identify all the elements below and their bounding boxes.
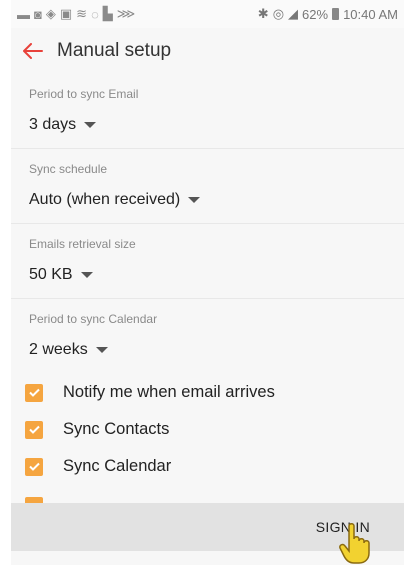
dropdown-arrow-icon [80,272,93,278]
app-bar: Manual setup [11,28,404,74]
setting-label: Period to sync Email [29,87,139,101]
battery-icon [332,8,340,20]
clock: 10:40 AM [343,6,398,22]
download-icon: ⋙ [116,6,136,21]
dropdown-value: 50 KB [29,266,73,283]
phone-screen: ▬ ◙ ◈ ▣ ≋ ◌ ▙ ⋙ ✱ ◎ ◢ 62% 10:40 AM Manua… [11,0,404,565]
checkbox-label: Sync Contacts [63,420,170,438]
wifi-icon: ≋ [76,6,88,21]
back-arrow-icon[interactable] [11,28,55,74]
dropdown-value: Auto (when received) [29,191,181,208]
status-right: ✱ ◎ ◢ 62% 10:40 AM [258,6,398,22]
bluetooth-icon: ✱ [257,6,269,21]
dropdown-arrow-icon [95,347,108,353]
setting-sync-calendar-period: Period to sync Calendar 2 weeks [11,299,404,374]
page-title: Manual setup [57,40,172,61]
message-icon: ▬ [17,6,30,22]
setting-sync-email-period: Period to sync Email 3 days [11,74,404,149]
setting-label: Period to sync Calendar [29,312,158,326]
setting-label: Sync schedule [29,162,108,176]
alarm-icon: ◎ [272,6,285,21]
checkbox-checked-icon[interactable] [25,383,43,402]
dropdown-value: 2 weeks [29,341,88,358]
hand-pointer-icon [339,523,370,564]
battery-percent: 62% [302,6,329,22]
checkbox-checked-icon[interactable] [25,420,43,439]
setting-sync-schedule: Sync schedule Auto (when received) [11,149,404,224]
checkbox-label: Sync Calendar [63,457,172,475]
dropdown-value: 3 days [29,116,77,133]
sync-calendar-period-dropdown[interactable]: 2 weeks [29,341,404,359]
notification-icons: ▬ ◙ ◈ ▣ ≋ ◌ ▙ ⋙ [17,6,135,22]
sync-contacts-checkbox-row[interactable]: Sync Contacts [11,411,404,448]
checkbox-checked-icon[interactable] [25,457,43,476]
status-bar: ▬ ◙ ◈ ▣ ≋ ◌ ▙ ⋙ ✱ ◎ ◢ 62% 10:40 AM [11,0,404,28]
sync-icon: ◌ [91,6,99,22]
retrieval-size-dropdown[interactable]: 50 KB [29,266,404,284]
setting-retrieval-size: Emails retrieval size 50 KB [11,224,404,299]
setting-label: Emails retrieval size [29,237,136,251]
dropdown-arrow-icon [188,197,201,203]
app-icon-2: ◈ [45,6,56,21]
settings-list: Period to sync Email 3 days Sync schedul… [11,74,404,485]
sync-schedule-dropdown[interactable]: Auto (when received) [29,191,404,209]
sync-email-period-dropdown[interactable]: 3 days [29,116,404,134]
gallery-icon: ▣ [59,6,73,21]
app-icon: ◙ [34,6,42,22]
dropdown-arrow-icon [84,122,97,128]
sync-calendar-checkbox-row[interactable]: Sync Calendar [11,448,404,485]
notify-email-checkbox-row[interactable]: Notify me when email arrives [11,374,404,411]
checkbox-label: Notify me when email arrives [63,383,275,401]
signal-icon: ◢ [288,6,299,21]
flag-icon: ▙ [102,6,113,21]
